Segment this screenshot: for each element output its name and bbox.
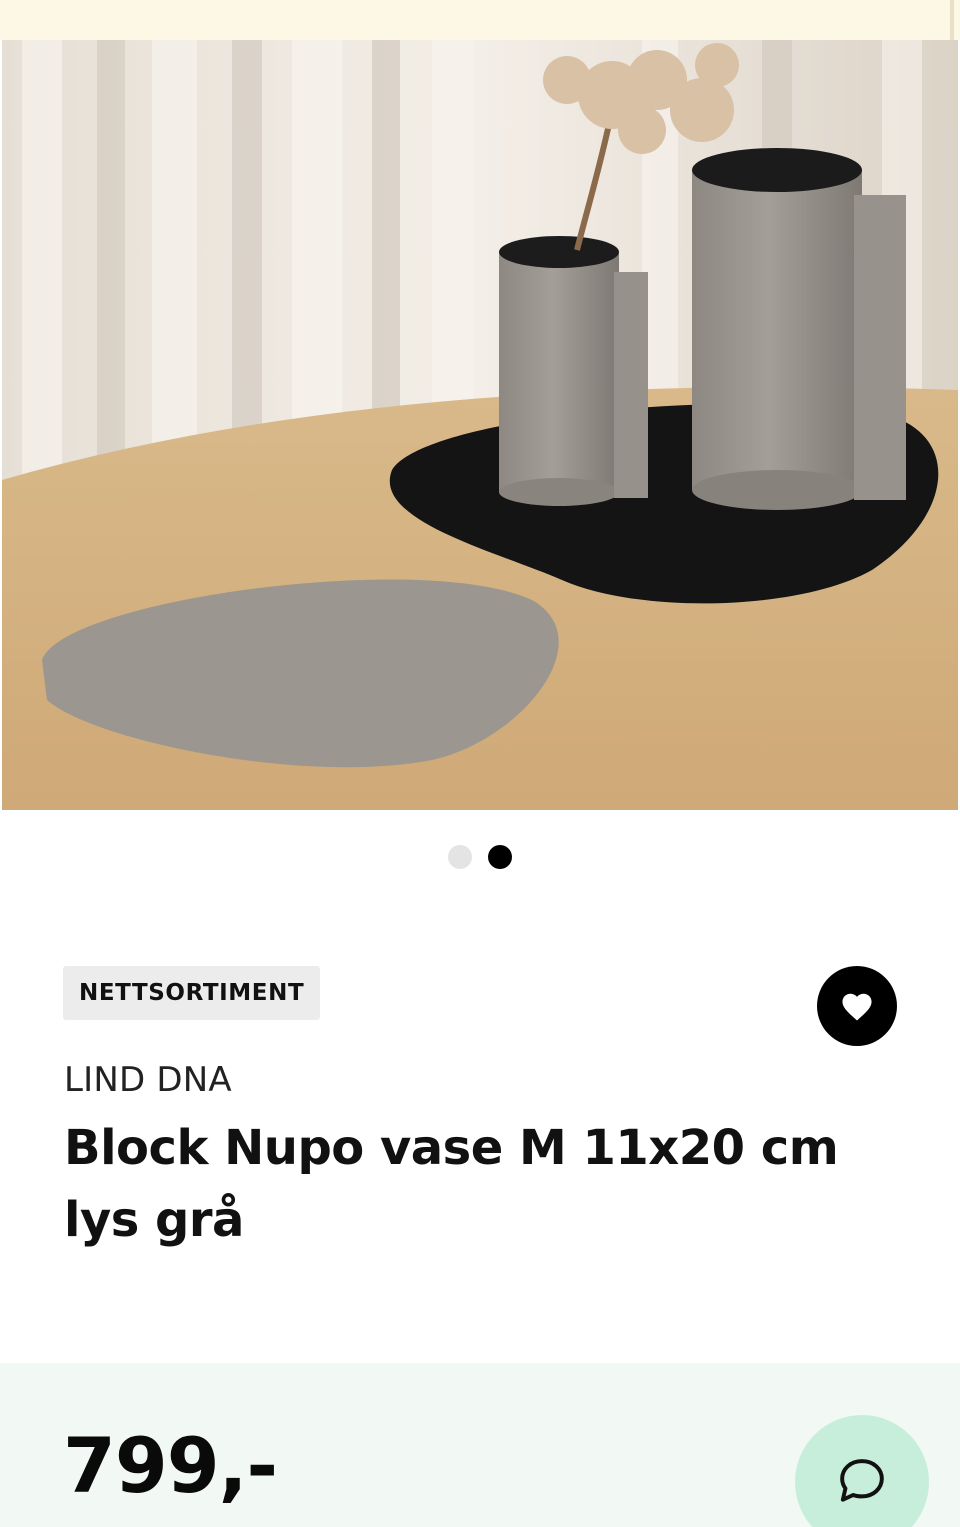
product-brand[interactable]: LIND DNA xyxy=(64,1060,232,1100)
chat-button[interactable] xyxy=(795,1415,929,1527)
product-title: Block Nupo vase M 11x20 cm lys grå xyxy=(64,1120,839,1248)
heart-icon xyxy=(842,993,872,1021)
product-photo xyxy=(2,40,958,810)
product-image-gallery[interactable] xyxy=(2,40,958,810)
product-price: 799,- xyxy=(63,1421,278,1510)
pagination-dot-1[interactable] xyxy=(448,845,472,869)
top-banner xyxy=(0,0,960,40)
nettsortiment-badge: NETTSORTIMENT xyxy=(63,966,321,1020)
scroll-indicator xyxy=(950,0,954,40)
chat-bubble-icon xyxy=(840,1459,884,1502)
gallery-pagination xyxy=(0,845,960,871)
price-bar: 799,- xyxy=(0,1363,960,1527)
favorite-button[interactable] xyxy=(817,966,897,1046)
pagination-dot-2-active[interactable] xyxy=(488,845,512,869)
